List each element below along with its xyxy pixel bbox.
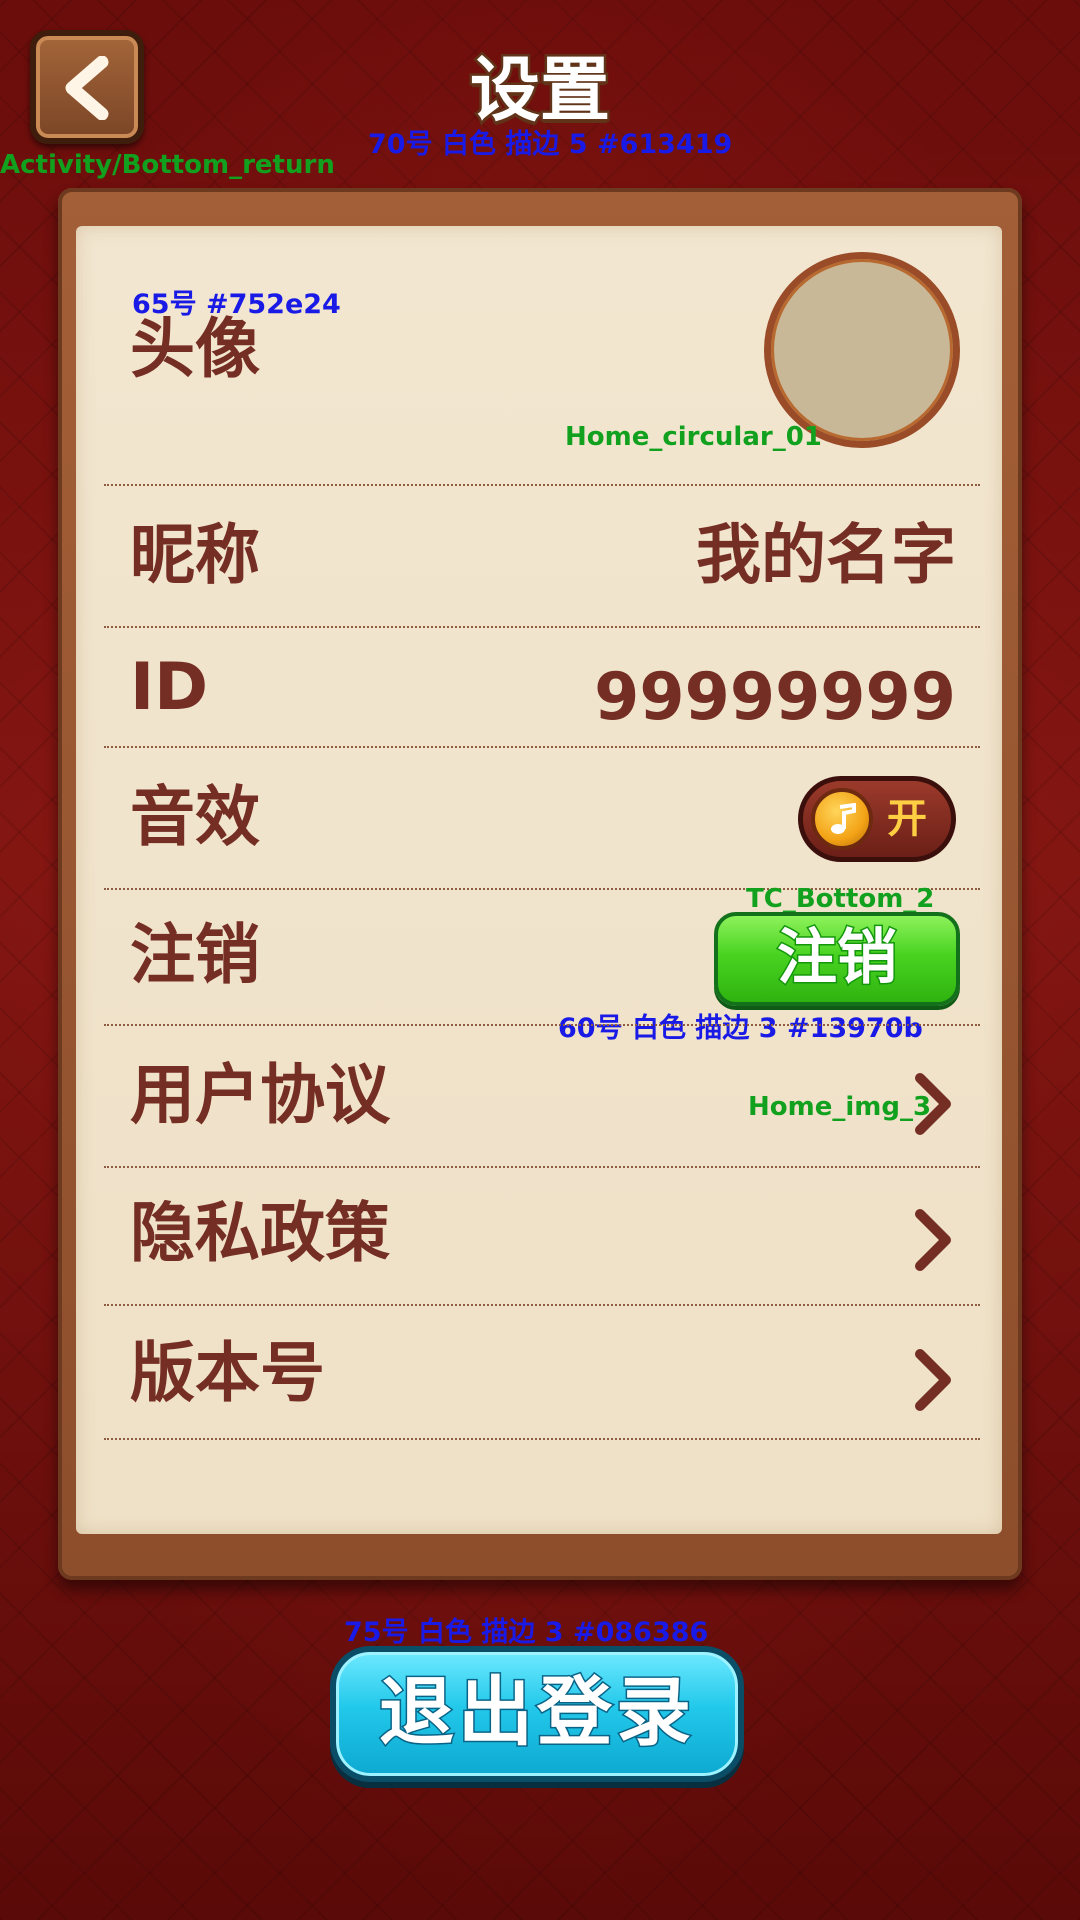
row-divider — [104, 746, 980, 748]
cancel-account-button-label: 注销 — [776, 922, 899, 995]
logout-style-note: 75号 白色 描边 3 #086386 — [344, 1617, 709, 1648]
back-button[interactable] — [30, 30, 144, 144]
nickname-label: 昵称 — [130, 518, 261, 593]
title-style-note: 70号 白色 描边 5 #613419 — [368, 129, 733, 160]
id-label: ID — [130, 650, 209, 725]
logout-button-label: 退出登录 — [377, 1667, 695, 1758]
row-divider — [104, 1024, 980, 1026]
chevron-right-icon[interactable] — [912, 1348, 954, 1412]
chevron-right-icon[interactable] — [912, 1072, 954, 1136]
arrow-asset-label: Home_img_3 — [748, 1092, 932, 1122]
back-button-asset-label: Activity/Bottom_return — [0, 150, 335, 180]
row-divider — [104, 1166, 980, 1168]
avatar-label: 头像 — [130, 312, 261, 387]
back-arrow-icon — [65, 56, 109, 120]
row-divider — [104, 1438, 980, 1440]
toggle-state-text: 开 — [887, 796, 927, 842]
version-label: 版本号 — [130, 1336, 326, 1411]
user-agreement-label: 用户协议 — [130, 1058, 391, 1133]
row-divider — [104, 626, 980, 628]
cancel-account-label: 注销 — [130, 918, 261, 993]
avatar[interactable] — [764, 252, 960, 448]
row-divider — [104, 1304, 980, 1306]
cancel-button-asset-label: TC_Bottom_2 — [746, 884, 935, 914]
cancel-account-button[interactable]: 注销 — [714, 912, 960, 1006]
avatar-asset-label: Home_circular_01 — [565, 422, 822, 452]
sound-toggle[interactable]: 开 — [798, 776, 956, 862]
logout-button[interactable]: 退出登录 — [330, 1646, 744, 1782]
row-divider — [104, 484, 980, 486]
nickname-value[interactable]: 我的名字 — [696, 516, 956, 596]
chevron-right-icon[interactable] — [912, 1208, 954, 1272]
privacy-policy-label: 隐私政策 — [130, 1196, 391, 1271]
id-value: 99999999 — [594, 660, 956, 735]
page-title: 设置 — [468, 47, 613, 134]
sound-label: 音效 — [130, 780, 261, 855]
music-note-icon — [831, 803, 856, 834]
toggle-knob — [811, 788, 873, 850]
